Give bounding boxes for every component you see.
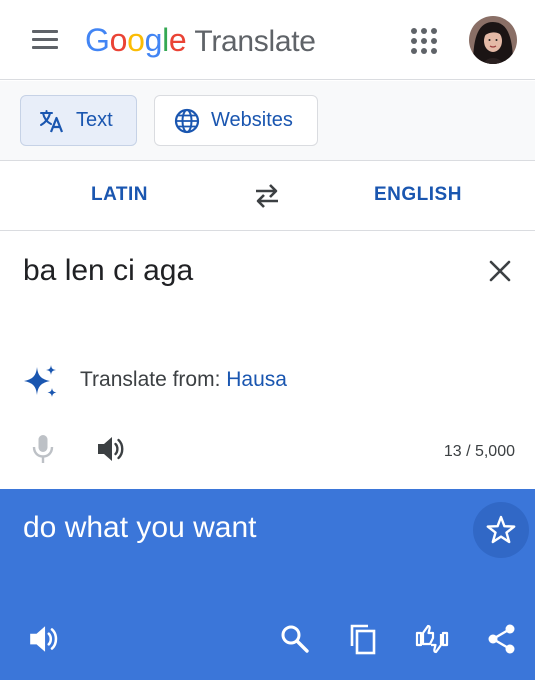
search-icon[interactable] — [278, 622, 312, 656]
translation-output: do what you want — [23, 511, 257, 544]
logo-letter: g — [144, 22, 163, 58]
websites-mode-button[interactable]: Websites — [154, 95, 318, 146]
translation-result-panel: do what you want — [0, 489, 535, 680]
text-mode-label: Text — [76, 109, 113, 131]
user-avatar[interactable] — [469, 16, 517, 64]
logo-product-name: Translate — [194, 25, 316, 58]
logo-letter: e — [168, 22, 187, 58]
target-language-button[interactable]: ENGLISH — [374, 161, 462, 231]
mode-toolbar: Text Websites — [0, 81, 535, 161]
listen-translation-icon[interactable] — [27, 622, 61, 656]
detected-language-suggestion: Translate from: Hausa — [80, 368, 287, 392]
copy-icon[interactable] — [347, 622, 381, 656]
text-mode-button[interactable]: Text — [20, 95, 137, 146]
logo-letter: o — [127, 22, 145, 58]
app-logo[interactable]: G o o g l e Translate — [85, 20, 316, 60]
translate-icon — [40, 109, 64, 132]
save-translation-star-icon[interactable] — [473, 502, 529, 558]
detect-prefix: Translate from: — [80, 368, 227, 391]
apps-grid-icon[interactable] — [410, 27, 438, 55]
globe-icon — [174, 108, 200, 133]
sparkle-icon — [24, 365, 57, 397]
speaker-icon[interactable] — [95, 434, 127, 464]
app-header: G o o g l e Translate — [0, 0, 535, 80]
source-text-input[interactable]: ba len ci aga — [23, 254, 193, 288]
logo-letter: o — [109, 22, 128, 58]
logo-letter: G — [85, 22, 110, 58]
hamburger-menu-icon[interactable] — [30, 28, 60, 52]
share-icon[interactable] — [485, 622, 519, 656]
microphone-icon[interactable] — [30, 433, 56, 465]
source-language-button[interactable]: LATIN — [91, 161, 148, 231]
swap-languages-icon[interactable] — [252, 182, 282, 210]
logo-letter: l — [162, 22, 169, 58]
character-count: 13 / 5,000 — [443, 443, 515, 460]
clear-text-icon[interactable] — [486, 257, 514, 285]
rate-translation-icon[interactable] — [414, 622, 449, 656]
detected-language-link[interactable]: Hausa — [226, 368, 287, 391]
websites-mode-label: Websites — [211, 109, 293, 131]
